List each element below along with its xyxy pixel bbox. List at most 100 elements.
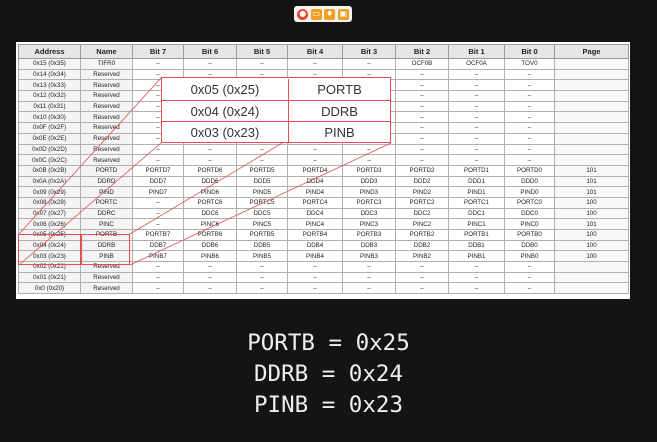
highlight-address-box <box>18 234 81 265</box>
table-cell: – <box>132 143 184 156</box>
table-row: 0x0C (0x2C) Reserved – – – – – – – – <box>18 154 629 166</box>
table-cell: DDB1 <box>448 239 505 252</box>
table-cell: – <box>236 154 288 166</box>
table-cell: – <box>504 132 555 145</box>
table-cell: – <box>287 271 343 284</box>
table-cell: – <box>448 154 505 166</box>
folder-icon[interactable]: ▭ <box>310 8 322 20</box>
table-cell: PIND4 <box>287 186 343 198</box>
table-cell: – <box>132 196 184 209</box>
table-row: 0x07 (0x27) DDRC – DDC6 DDC5 DDC4 DDC3 DDC2 DDC1… <box>18 207 629 220</box>
table-cell: – <box>448 68 505 81</box>
table-row: 0x09 (0x29) PIND PIND7 PIND6 PIND5 PIND4 PIND3… <box>18 186 629 198</box>
column-header: Page <box>554 44 629 59</box>
table-row: 0x01 (0x21) Reserved – – – – – – – – <box>18 271 629 284</box>
zoom-row-pinb: 0x03 (0x23) PINB <box>162 121 390 143</box>
table-cell: – <box>132 282 184 295</box>
table-cell <box>554 132 629 145</box>
window-icon[interactable]: ▣ <box>337 8 349 20</box>
table-cell <box>554 90 629 102</box>
table-cell: Reserved <box>80 68 133 81</box>
table-cell: DDRC <box>80 207 133 220</box>
table-cell: – <box>287 282 343 295</box>
zoom-address: 0x03 (0x23) <box>190 125 260 140</box>
table-cell: Reserved <box>80 282 133 295</box>
table-row: 0x0D (0x2D) Reserved – – – – – – – – <box>18 143 629 156</box>
register-equations: PORTB = 0x25 DDRB = 0x24 PINB = 0x23 <box>0 328 657 421</box>
highlight-name-box <box>81 234 130 265</box>
record-icon[interactable]: ● <box>297 8 309 20</box>
table-cell: – <box>504 79 555 92</box>
table-cell <box>554 100 629 113</box>
table-cell: – <box>504 122 555 134</box>
table-cell: PORTD0 <box>504 164 555 177</box>
table-cell: – <box>342 261 396 273</box>
table-cell: 100 <box>554 229 629 241</box>
equation-pinb: PINB = 0x23 <box>253 392 403 418</box>
table-cell: DDB7 <box>132 239 184 252</box>
table-cell: PIND2 <box>395 186 449 198</box>
table-cell: – <box>132 218 184 230</box>
table-cell: – <box>504 100 555 113</box>
table-cell: – <box>504 282 555 295</box>
table-cell: 0x0F (0x2F) <box>18 122 81 134</box>
table-cell: – <box>183 154 237 166</box>
table-cell: – <box>287 154 343 166</box>
table-cell: DDC2 <box>395 207 449 220</box>
column-header: Bit 0 <box>504 44 555 59</box>
table-cell: 0x14 (0x34) <box>18 68 81 81</box>
zoom-register-name: PINB <box>288 122 390 143</box>
table-cell: PORTD4 <box>287 164 343 177</box>
table-cell: OCF0B <box>395 58 449 70</box>
table-cell: 0x07 (0x27) <box>18 207 81 220</box>
table-cell: DDB6 <box>183 239 237 252</box>
table-cell: 0x01 (0x21) <box>18 271 81 284</box>
table-cell: DDB4 <box>287 239 343 252</box>
zoom-address: 0x05 (0x25) <box>190 82 260 97</box>
table-cell: 0x10 (0x30) <box>18 111 81 124</box>
table-cell: – <box>395 111 449 124</box>
table-cell: Reserved <box>80 90 133 102</box>
recording-toolbar: ● ▭ ♦ ▣ <box>294 6 352 22</box>
table-cell: – <box>132 261 184 273</box>
table-cell: 100 <box>554 239 629 252</box>
table-cell: – <box>448 122 505 134</box>
table-cell: PINB4 <box>287 250 343 263</box>
table-cell: PINC2 <box>395 218 449 230</box>
column-header: Bit 2 <box>395 44 449 59</box>
table-cell: PIND3 <box>342 186 396 198</box>
table-cell: PORTB7 <box>132 229 184 241</box>
table-cell <box>554 282 629 295</box>
mic-icon[interactable]: ♦ <box>324 8 336 20</box>
table-cell: PORTD6 <box>183 164 237 177</box>
table-cell: – <box>132 154 184 166</box>
zoom-row-ddrb: 0x04 (0x24) DDRB <box>162 100 390 122</box>
table-cell: Reserved <box>80 154 133 166</box>
table-cell: PORTB0 <box>504 229 555 241</box>
table-cell: – <box>448 100 505 113</box>
table-cell: – <box>132 58 184 70</box>
table-cell: – <box>395 154 449 166</box>
column-header: Bit 3 <box>342 44 396 59</box>
table-cell: DDC5 <box>236 207 288 220</box>
table-cell: 0x09 (0x29) <box>18 186 81 198</box>
column-header: Bit 6 <box>183 44 237 59</box>
table-cell: PORTC4 <box>287 196 343 209</box>
table-cell: – <box>395 271 449 284</box>
table-cell: PORTC2 <box>395 196 449 209</box>
table-cell: – <box>448 261 505 273</box>
table-cell <box>554 154 629 166</box>
column-header: Bit 7 <box>132 44 184 59</box>
table-cell: PORTB6 <box>183 229 237 241</box>
table-cell: PORTC3 <box>342 196 396 209</box>
table-cell: – <box>236 261 288 273</box>
table-cell: PORTD7 <box>132 164 184 177</box>
table-cell: – <box>287 143 343 156</box>
zoom-row-portb: 0x05 (0x25) PORTB <box>162 79 390 100</box>
table-cell: – <box>504 111 555 124</box>
table-cell: – <box>183 261 237 273</box>
table-cell <box>554 143 629 156</box>
table-header-row: Address Name Bit 7 Bit 6 Bit 5 Bit 4 Bit 3 Bit … <box>18 44 629 59</box>
table-cell: PINB1 <box>448 250 505 263</box>
column-header: Name <box>80 44 133 59</box>
